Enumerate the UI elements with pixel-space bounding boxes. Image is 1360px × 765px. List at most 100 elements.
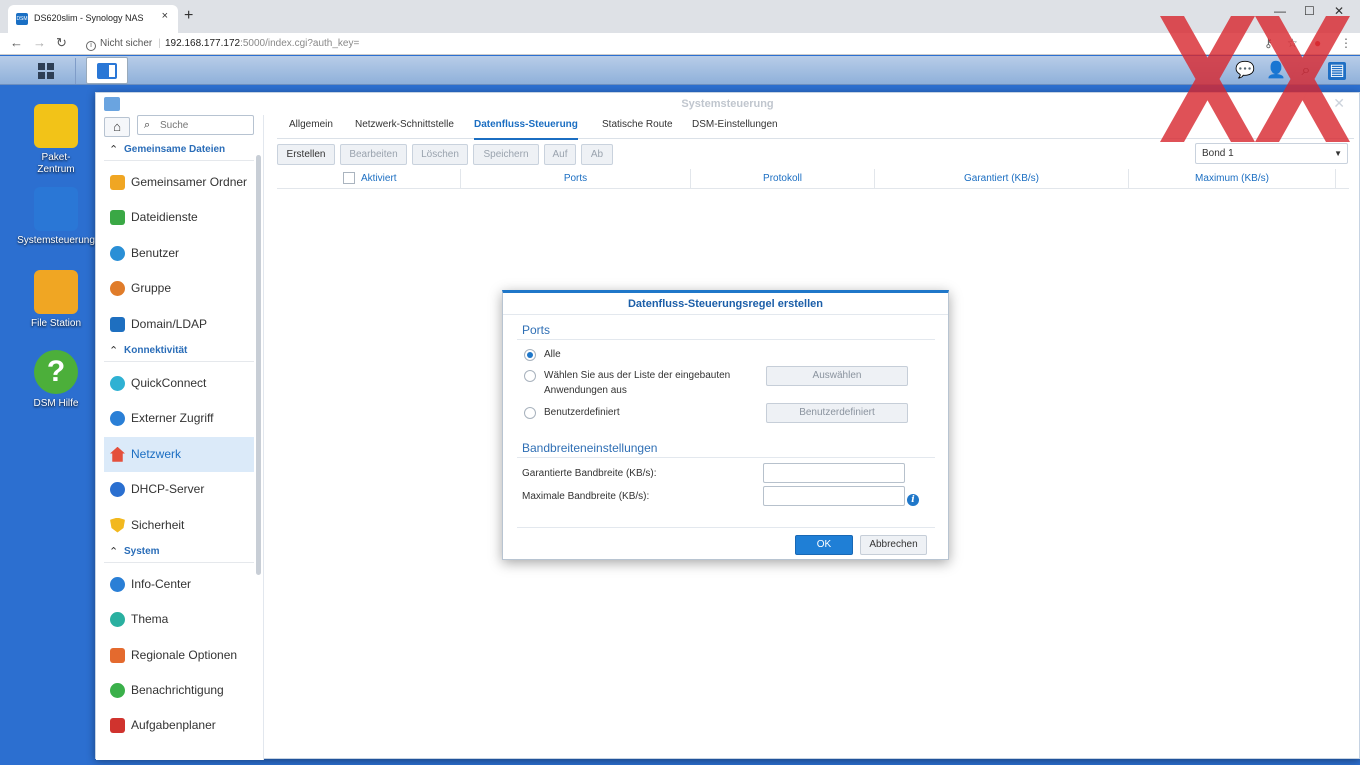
window-titlebar[interactable]: Systemsteuerung ✕ <box>96 93 1359 115</box>
control-panel-icon <box>97 63 117 79</box>
radio-custom[interactable] <box>524 407 536 419</box>
star-icon[interactable]: ☆ <box>1287 36 1298 50</box>
select-button[interactable]: Auswählen <box>766 366 908 386</box>
minimize-icon[interactable]: — <box>1274 4 1286 18</box>
desktop-file-station[interactable]: File Station <box>10 270 102 330</box>
sidebar-item-domain-ldap[interactable]: Domain/LDAP <box>104 307 254 342</box>
desktop-control-panel[interactable]: Systemsteuerung <box>10 187 102 247</box>
address-bar: ← → ↻ i Nicht sicher | 192.168.177.172:500… <box>0 33 1360 55</box>
forward-icon[interactable]: → <box>33 35 46 50</box>
main-menu-button[interactable] <box>18 58 76 84</box>
sidebar-scrollbar[interactable] <box>256 155 261 575</box>
window-close-icon[interactable]: ✕ <box>1334 4 1344 18</box>
cancel-button[interactable]: Abbrechen <box>860 535 927 555</box>
select-all-checkbox[interactable] <box>343 172 355 184</box>
sidebar-item-file-services[interactable]: Dateidienste <box>104 200 254 235</box>
footer-divider <box>517 527 935 528</box>
sidebar-item-quickconnect[interactable]: QuickConnect <box>104 366 254 401</box>
create-button[interactable]: Erstellen <box>277 144 335 165</box>
desktop-package-center[interactable]: Paket- Zentrum <box>10 104 102 176</box>
delete-button[interactable]: Löschen <box>412 144 468 165</box>
info-icon[interactable]: i <box>907 494 919 506</box>
tab-dsm-settings[interactable]: DSM-Einstellungen <box>692 119 778 130</box>
desktop-dsm-help[interactable]: ? DSM Hilfe <box>10 350 102 410</box>
tab-general[interactable]: Allgemein <box>289 119 333 130</box>
desktop-icon-label: Systemsteuerung <box>17 235 95 246</box>
sidebar-item-task-scheduler[interactable]: Aufgabenplaner <box>104 708 254 743</box>
synology-favicon-icon: DSM <box>16 13 28 25</box>
sidebar-item-regional-options[interactable]: Regionale Optionen <box>104 638 254 673</box>
reload-icon[interactable]: ↻ <box>56 35 67 51</box>
sidebar-item-network[interactable]: Netzwerk <box>104 436 254 473</box>
sidebar-item-security[interactable]: Sicherheit <box>104 508 254 543</box>
menu-icon[interactable]: ⋮ <box>1340 36 1352 50</box>
ok-button[interactable]: OK <box>795 535 853 555</box>
tab-close-icon[interactable]: × <box>162 10 168 22</box>
help-icon: ? <box>34 350 78 394</box>
taskbar-control-panel[interactable] <box>86 57 128 84</box>
section-connectivity[interactable]: ⌃ Konnektivität <box>104 342 254 362</box>
down-button[interactable]: Ab <box>581 144 613 165</box>
home-button[interactable]: ⌂ <box>104 117 130 137</box>
tab-static-route[interactable]: Statische Route <box>602 119 673 130</box>
sidebar-item-label: Dateidienste <box>131 210 198 225</box>
bond-select[interactable]: Bond 1 ▼ <box>1195 143 1348 164</box>
quickconnect-icon <box>110 375 125 391</box>
sidebar-item-notification[interactable]: Benachrichtigung <box>104 673 254 708</box>
user-icon[interactable]: 👤 <box>1266 62 1286 80</box>
guaranteed-bandwidth-field[interactable] <box>763 463 905 483</box>
guaranteed-bandwidth-label: Garantierte Bandbreite (KB/s): <box>522 468 657 479</box>
tab-traffic-control[interactable]: Datenfluss-Steuerung <box>474 119 578 140</box>
bandwidth-section-title: Bandbreiteneinstellungen <box>522 441 658 455</box>
back-icon[interactable]: ← <box>10 35 23 50</box>
dialog-title: Datenfluss-Steuerungsregel erstellen <box>627 298 823 310</box>
chat-icon[interactable]: 💬 <box>1235 62 1255 80</box>
sidebar-item-shared-folder[interactable]: Gemeinsamer Ordner <box>104 165 254 200</box>
section-system[interactable]: ⌃ System <box>104 543 254 563</box>
sidebar-item-label: Domain/LDAP <box>131 316 208 331</box>
column-maximum[interactable]: Maximum (KB/s) <box>1129 169 1336 188</box>
sidebar-item-theme[interactable]: Thema <box>104 602 254 637</box>
create-rule-dialog: Datenfluss-Steuerungsregel erstellen Por… <box>502 290 949 560</box>
sidebar-item-external-access[interactable]: Externer Zugriff <box>104 401 254 436</box>
maximize-icon[interactable]: ☐ <box>1304 4 1315 18</box>
url-field[interactable]: 192.168.177.172:5000/index.cgi?auth_key= <box>165 38 359 49</box>
desktop-icon-label: DSM Hilfe <box>33 398 79 409</box>
sidebar-item-label: Gemeinsamer Ordner <box>131 175 248 189</box>
section-shared-files[interactable]: ⌃ Gemeinsame Dateien <box>104 141 254 161</box>
shield-icon <box>110 517 125 533</box>
new-tab-icon[interactable]: + <box>184 7 193 25</box>
column-ports[interactable]: Ports <box>461 169 691 188</box>
column-protocol[interactable]: Protokoll <box>691 169 875 188</box>
group-icon <box>110 281 125 297</box>
custom-button[interactable]: Benutzerdefiniert <box>766 403 908 423</box>
sidebar-item-info-center[interactable]: Info-Center <box>104 567 254 602</box>
up-button[interactable]: Auf <box>544 144 576 165</box>
profile-icon[interactable]: ● <box>1314 36 1321 50</box>
grid-icon <box>38 63 54 79</box>
column-enabled[interactable]: Aktiviert <box>277 169 461 188</box>
radio-builtin-list[interactable] <box>524 370 536 382</box>
key-icon[interactable]: ⚷ <box>1264 36 1273 50</box>
max-bandwidth-field[interactable] <box>763 486 905 506</box>
search-box[interactable]: ⌕ <box>137 115 254 135</box>
sidebar-item-user[interactable]: Benutzer <box>104 236 254 271</box>
radio-all[interactable] <box>524 349 536 361</box>
browser-tab[interactable]: DSM DS620slim - Synology NAS × <box>8 5 178 33</box>
sidebar-item-group[interactable]: Gruppe <box>104 271 254 306</box>
column-guaranteed[interactable]: Garantiert (KB/s) <box>875 169 1129 188</box>
sidebar-item-label: Sicherheit <box>131 517 185 532</box>
search-input[interactable] <box>160 118 250 133</box>
package-center-icon <box>34 104 78 148</box>
window-close-icon[interactable]: ✕ <box>1333 95 1345 112</box>
search-icon[interactable]: ⌕ <box>1297 62 1315 80</box>
sidebar-item-label: DHCP-Server <box>131 482 205 497</box>
section-label: Konnektivität <box>124 344 188 356</box>
tab-network-interface[interactable]: Netzwerk-Schnittstelle <box>355 119 454 130</box>
file-services-icon <box>110 210 125 226</box>
sidebar-item-dhcp-server[interactable]: DHCP-Server <box>104 472 254 507</box>
security-indicator[interactable]: i Nicht sicher | <box>86 38 161 51</box>
widgets-icon[interactable]: ▤ <box>1328 62 1346 80</box>
save-button[interactable]: Speichern <box>473 144 539 165</box>
edit-button[interactable]: Bearbeiten <box>340 144 407 165</box>
